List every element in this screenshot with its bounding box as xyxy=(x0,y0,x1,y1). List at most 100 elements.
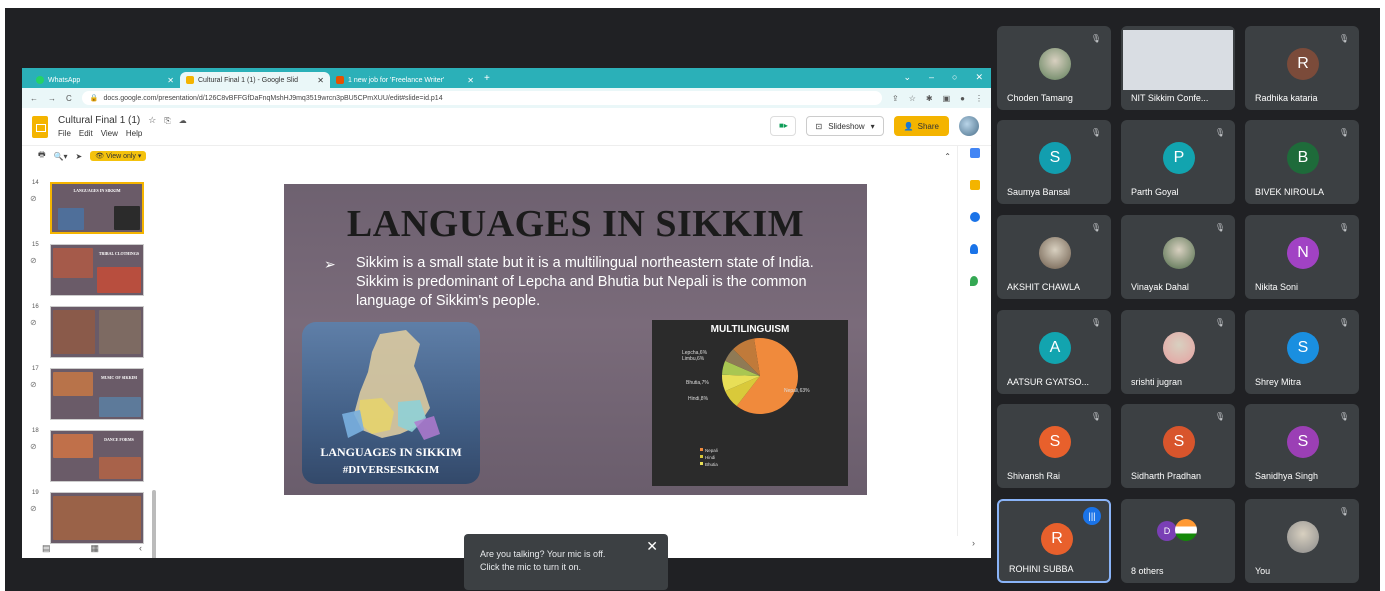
participant-name: BIVEK NIROULA xyxy=(1255,187,1325,197)
mic-off-icon: 🎙 xyxy=(1214,412,1225,421)
profile-icon[interactable]: ● xyxy=(960,94,965,103)
participant-tile[interactable]: P Parth Goyal 🎙 xyxy=(1121,120,1235,204)
chevron-left-icon[interactable]: ‹ xyxy=(139,543,142,553)
maps-icon[interactable] xyxy=(970,276,978,286)
mic-off-icon: 🎙 xyxy=(1338,128,1349,137)
close-icon[interactable]: ✕ xyxy=(317,76,324,85)
slide-thumb-row[interactable]: 16 ⊘ xyxy=(22,304,162,362)
tab-whatsapp[interactable]: WhatsApp ✕ xyxy=(30,72,180,88)
slide-thumb-row[interactable]: 17 ⊘ MUSIC OF SIKKIM xyxy=(22,366,162,424)
legend-entry: Hindi xyxy=(705,455,715,460)
extensions-icon[interactable]: ✱ xyxy=(926,94,933,103)
slides-logo-icon[interactable] xyxy=(32,115,48,138)
slide-thumbnail[interactable]: TRIBAL CLOTHINGS xyxy=(50,244,144,296)
slide-thumbnail[interactable] xyxy=(50,492,144,544)
menu-icon[interactable]: ⋮ xyxy=(975,94,983,103)
speaking-indicator-icon: ||| xyxy=(1083,507,1101,525)
participant-tile[interactable]: R ROHINI SUBBA ||| xyxy=(997,499,1111,583)
chevron-down-icon[interactable]: ⌄ xyxy=(903,72,911,83)
avatar: S xyxy=(1287,426,1319,458)
thumb-photo xyxy=(53,496,141,540)
slide-thumb-row[interactable]: 14 ⊘ LANGUAGES IN SIKKIM xyxy=(22,180,162,238)
thumb-photo xyxy=(53,310,95,354)
participant-name: ROHINI SUBBA xyxy=(1009,564,1074,574)
menu-edit[interactable]: Edit xyxy=(79,129,93,138)
chevron-right-icon[interactable]: › xyxy=(972,538,975,548)
shared-screen: WhatsApp ✕ Cultural Final 1 (1) - Google… xyxy=(22,68,991,558)
side-panel-rail: › xyxy=(957,146,991,548)
slide-thumbnail[interactable]: MUSIC OF SIKKIM xyxy=(50,368,144,420)
tab-label: 1 new job for 'Freelance Writer' xyxy=(348,76,445,84)
close-window-icon[interactable]: ✕ xyxy=(975,72,983,83)
tab-slides[interactable]: Cultural Final 1 (1) - Google Slid ✕ xyxy=(180,72,330,88)
participant-tile[interactable]: Choden Tamang 🎙 xyxy=(997,26,1111,110)
tasks-icon[interactable] xyxy=(970,212,980,222)
thumb-title: MUSIC OF SIKKIM xyxy=(100,375,138,380)
participant-tile[interactable]: B BIVEK NIROULA 🎙 xyxy=(1245,120,1359,204)
print-icon[interactable]: 🖶 xyxy=(38,149,46,163)
slideshow-button[interactable]: ⊡ Slideshow ▾ xyxy=(806,116,884,136)
participant-name: srishti jugran xyxy=(1131,377,1183,387)
participant-tile[interactable]: N Nikita Soni 🎙 xyxy=(1245,215,1359,299)
view-only-button[interactable]: 👁 View only ▾ xyxy=(90,151,147,161)
participant-tile[interactable]: NIT Sikkim Confe... xyxy=(1121,26,1235,110)
slide-thumbnail[interactable]: DANCE FORMS xyxy=(50,430,144,482)
participant-tile[interactable]: You 🎙 xyxy=(1245,499,1359,583)
list-view-icon[interactable]: ▤ xyxy=(42,543,51,554)
star-icon[interactable]: ☆ xyxy=(148,115,156,126)
thumb-photo xyxy=(53,434,93,458)
move-icon[interactable]: ⎘ xyxy=(164,116,170,126)
collapse-icon[interactable]: ⌃ xyxy=(944,152,951,161)
reload-icon[interactable]: C xyxy=(66,94,72,103)
forward-icon[interactable]: → xyxy=(48,94,56,103)
meet-icon[interactable]: ■▸ xyxy=(770,116,797,136)
close-icon[interactable]: ✕ xyxy=(646,539,658,553)
share-page-icon[interactable]: ⇪ xyxy=(892,94,899,103)
avatar: S xyxy=(1039,142,1071,174)
slide-thumbnail[interactable]: LANGUAGES IN SIKKIM xyxy=(50,182,144,234)
participant-tile[interactable]: S Shivansh Rai 🎙 xyxy=(997,404,1111,488)
menu-view[interactable]: View xyxy=(101,129,118,138)
contacts-icon[interactable] xyxy=(970,244,978,254)
chevron-down-icon[interactable]: ▾ xyxy=(871,122,875,131)
keep-icon[interactable] xyxy=(970,180,980,190)
select-icon[interactable]: ➤ xyxy=(76,152,83,161)
slide-filmstrip: 14 ⊘ LANGUAGES IN SIKKIM 15 ⊘ TRIBAL CLO… xyxy=(22,180,162,558)
document-title[interactable]: Cultural Final 1 (1) xyxy=(58,115,140,126)
star-icon[interactable]: ☆ xyxy=(909,94,916,103)
close-icon[interactable]: ✕ xyxy=(167,76,174,85)
zoom-icon[interactable]: 🔍▾ xyxy=(54,152,68,161)
participant-tile[interactable]: S Sanidhya Singh 🎙 xyxy=(1245,404,1359,488)
menu-help[interactable]: Help xyxy=(126,129,142,138)
mic-off-icon: 🎙 xyxy=(1338,412,1349,421)
sidebar-icon[interactable]: ▣ xyxy=(943,94,951,103)
slide-thumb-row[interactable]: 15 ⊘ TRIBAL CLOTHINGS xyxy=(22,242,162,300)
address-bar: ← → C 🔒 docs.google.com/presentation/d/1… xyxy=(22,88,991,108)
menu-file[interactable]: File xyxy=(58,129,71,138)
participant-tile[interactable]: A AATSUR GYATSO... 🎙 xyxy=(997,310,1111,394)
participant-tile[interactable]: AKSHIT CHAWLA 🎙 xyxy=(997,215,1111,299)
url-text: docs.google.com/presentation/d/126C8vBFF… xyxy=(103,94,443,102)
slide-thumbnail[interactable] xyxy=(50,306,144,358)
share-button[interactable]: 👤 Share xyxy=(893,116,949,136)
mic-off-icon: 🎙 xyxy=(1090,412,1101,421)
slide-thumb-row[interactable]: 18 ⊘ DANCE FORMS xyxy=(22,428,162,486)
back-icon[interactable]: ← xyxy=(30,94,38,103)
new-tab-icon[interactable]: + xyxy=(484,73,490,84)
maximize-icon[interactable]: ○ xyxy=(952,72,957,83)
participant-tile[interactable]: R Radhika kataria 🎙 xyxy=(1245,26,1359,110)
participant-tile[interactable]: Vinayak Dahal 🎙 xyxy=(1121,215,1235,299)
tab-job[interactable]: 1 new job for 'Freelance Writer' ✕ xyxy=(330,72,480,88)
close-icon[interactable]: ✕ xyxy=(467,76,474,85)
participant-tile[interactable]: S Saumya Bansal 🎙 xyxy=(997,120,1111,204)
account-avatar[interactable] xyxy=(959,116,979,136)
participant-tile[interactable]: S Shrey Mitra 🎙 xyxy=(1245,310,1359,394)
minimize-icon[interactable]: – xyxy=(929,72,934,83)
grid-view-icon[interactable]: ▦ xyxy=(90,543,99,554)
calendar-icon[interactable] xyxy=(970,148,980,158)
participant-tile[interactable]: srishti jugran 🎙 xyxy=(1121,310,1235,394)
participant-tile[interactable]: D 8 others xyxy=(1121,499,1235,583)
participant-name: Sanidhya Singh xyxy=(1255,471,1319,481)
participant-tile[interactable]: S Sidharth Pradhan 🎙 xyxy=(1121,404,1235,488)
url-field[interactable]: 🔒 docs.google.com/presentation/d/126C8vB… xyxy=(81,91,883,105)
